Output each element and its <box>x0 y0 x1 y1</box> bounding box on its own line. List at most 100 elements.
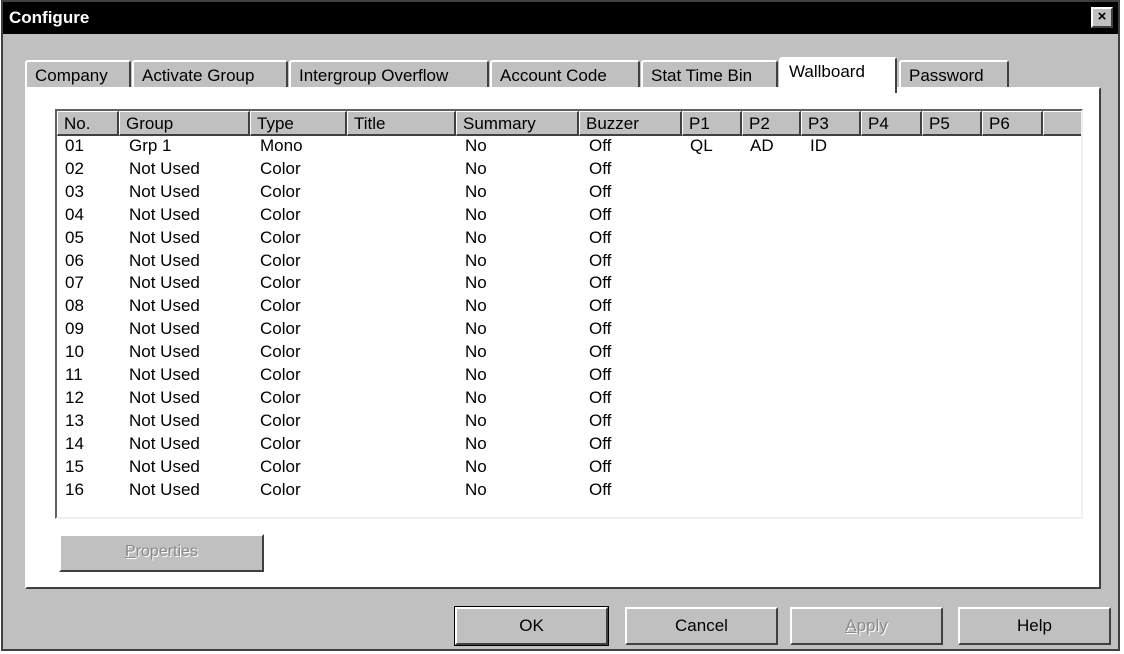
column-header-summary[interactable]: Summary <box>456 111 579 136</box>
cell-type: Color <box>260 433 301 453</box>
table-row[interactable]: 09 Not Used Color No Off <box>57 319 1057 342</box>
column-header-filler <box>1043 111 1081 136</box>
table-row[interactable]: 08 Not Used Color No Off <box>57 296 1057 319</box>
cell-type: Color <box>260 319 301 339</box>
cell-summary: No <box>465 479 487 499</box>
table-row[interactable]: 02 Not Used Color No Off <box>57 159 1057 182</box>
table-row[interactable]: 06 Not Used Color No Off <box>57 251 1057 274</box>
cell-group: Not Used <box>129 227 200 247</box>
tab-label: Intergroup Overflow <box>299 66 449 85</box>
column-header-p2[interactable]: P2 <box>742 111 801 136</box>
cell-no: 05 <box>65 227 84 247</box>
cell-summary: No <box>465 181 487 201</box>
cell-buzzer: Off <box>589 158 612 178</box>
tab-label: Wallboard <box>789 62 865 81</box>
table-row[interactable]: 11 Not Used Color No Off <box>57 365 1057 388</box>
cell-summary: No <box>465 136 487 155</box>
tab-password[interactable]: Password <box>899 60 1009 89</box>
column-header-p3[interactable]: P3 <box>801 111 861 136</box>
help-button[interactable]: Help <box>958 607 1111 645</box>
cell-no: 01 <box>65 136 84 155</box>
column-header-p6[interactable]: P6 <box>982 111 1043 136</box>
tab-activate-group[interactable]: Activate Group <box>132 60 288 89</box>
cell-no: 15 <box>65 456 84 476</box>
cell-no: 06 <box>65 250 84 270</box>
apply-button[interactable]: Apply <box>790 607 943 645</box>
title-bar[interactable]: Configure × <box>3 2 1118 34</box>
cell-no: 10 <box>65 342 84 362</box>
table-row[interactable]: 01 Grp 1 Mono No Off QL AD ID <box>57 136 1057 159</box>
cell-type: Color <box>260 273 301 293</box>
cell-type: Color <box>260 410 301 430</box>
cell-summary: No <box>465 273 487 293</box>
column-header-p5[interactable]: P5 <box>922 111 982 136</box>
table-row[interactable]: 10 Not Used Color No Off <box>57 342 1057 365</box>
cell-summary: No <box>465 204 487 224</box>
column-header-p4[interactable]: P4 <box>861 111 922 136</box>
tab-label: Password <box>909 66 984 85</box>
cell-buzzer: Off <box>589 319 612 339</box>
tab-label: Activate Group <box>142 66 255 85</box>
wallboard-list[interactable]: No. Group Type Title Summary Buzzer P1 P… <box>55 109 1083 519</box>
tab-wallboard[interactable]: Wallboard <box>779 57 897 93</box>
cell-group: Not Used <box>129 204 200 224</box>
table-row[interactable]: 07 Not Used Color No Off <box>57 273 1057 296</box>
tab-account-code[interactable]: Account Code <box>490 60 640 89</box>
cell-no: 07 <box>65 273 84 293</box>
table-row[interactable]: 03 Not Used Color No Off <box>57 182 1057 205</box>
column-header-p1[interactable]: P1 <box>682 111 742 136</box>
table-row[interactable]: 15 Not Used Color No Off <box>57 457 1057 480</box>
cell-no: 02 <box>65 158 84 178</box>
cell-type: Color <box>260 296 301 316</box>
tab-label: Account Code <box>500 66 607 85</box>
column-header-title[interactable]: Title <box>347 111 456 136</box>
cell-summary: No <box>465 296 487 316</box>
tab-label: Stat Time Bin <box>651 66 753 85</box>
cell-buzzer: Off <box>589 204 612 224</box>
cell-type: Mono <box>260 136 303 155</box>
properties-mnemonic: P <box>125 543 136 560</box>
table-row[interactable]: 12 Not Used Color No Off <box>57 388 1057 411</box>
cell-summary: No <box>465 387 487 407</box>
cell-type: Color <box>260 158 301 178</box>
table-row[interactable]: 16 Not Used Color No Off <box>57 480 1057 503</box>
table-row[interactable]: 13 Not Used Color No Off <box>57 411 1057 434</box>
cell-buzzer: Off <box>589 136 612 155</box>
list-header: No. Group Type Title Summary Buzzer P1 P… <box>57 111 1081 136</box>
cell-buzzer: Off <box>589 181 612 201</box>
table-row[interactable]: 04 Not Used Color No Off <box>57 205 1057 228</box>
cell-p2: AD <box>750 136 774 155</box>
cancel-button[interactable]: Cancel <box>625 607 778 645</box>
tab-intergroup-overflow[interactable]: Intergroup Overflow <box>289 60 489 89</box>
close-icon: × <box>1097 8 1107 25</box>
table-row[interactable]: 05 Not Used Color No Off <box>57 228 1057 251</box>
cell-type: Color <box>260 456 301 476</box>
cell-buzzer: Off <box>589 296 612 316</box>
column-header-type[interactable]: Type <box>250 111 347 136</box>
column-header-buzzer[interactable]: Buzzer <box>579 111 682 136</box>
cell-buzzer: Off <box>589 273 612 293</box>
cell-summary: No <box>465 319 487 339</box>
tab-stat-time-bin[interactable]: Stat Time Bin <box>641 60 778 89</box>
cell-buzzer: Off <box>589 387 612 407</box>
cell-summary: No <box>465 410 487 430</box>
cell-summary: No <box>465 342 487 362</box>
cell-summary: No <box>465 158 487 178</box>
wallboard-panel: No. Group Type Title Summary Buzzer P1 P… <box>25 87 1101 589</box>
properties-button[interactable]: Properties <box>59 534 264 572</box>
cell-p1: QL <box>690 136 713 155</box>
cell-buzzer: Off <box>589 433 612 453</box>
tab-company[interactable]: Company <box>25 60 131 89</box>
cell-group: Not Used <box>129 273 200 293</box>
column-header-no[interactable]: No. <box>57 111 119 136</box>
table-row[interactable]: 14 Not Used Color No Off <box>57 434 1057 457</box>
ok-button[interactable]: OK <box>454 606 609 646</box>
cell-type: Color <box>260 204 301 224</box>
close-button[interactable]: × <box>1091 7 1113 28</box>
cell-summary: No <box>465 250 487 270</box>
cell-buzzer: Off <box>589 227 612 247</box>
column-header-group[interactable]: Group <box>119 111 250 136</box>
cell-no: 12 <box>65 387 84 407</box>
cell-buzzer: Off <box>589 479 612 499</box>
cell-group: Not Used <box>129 181 200 201</box>
